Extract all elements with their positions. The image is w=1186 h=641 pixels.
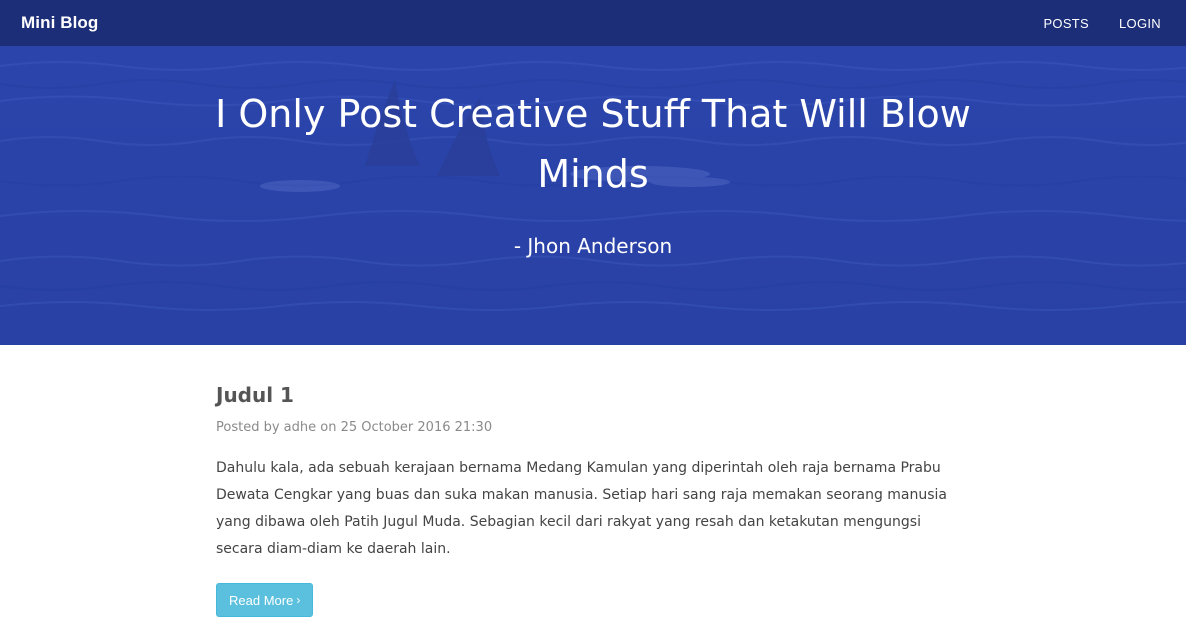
nav-links: POSTS LOGIN [1043,16,1161,31]
hero-quote-author: - Jhon Anderson [513,234,673,258]
post-title[interactable]: Judul 1 [216,380,956,410]
post-preview: Judul 1 Posted by adhe on 25 October 201… [216,380,956,617]
read-more-label: Read More [229,592,294,608]
post-meta: Posted by adhe on 25 October 2016 21:30 [216,420,493,435]
nav-link-login[interactable]: LOGIN [1119,16,1161,31]
hero-title: I Only Post Creative Stuff That Will Blo… [215,92,971,196]
read-more-button[interactable]: Read More › [216,583,314,617]
top-navbar: Mini Blog POSTS LOGIN [0,0,1186,46]
post-excerpt: Dahulu kala, ada sebuah kerajaan bernama… [216,460,948,557]
hero-banner: I Only Post Creative Stuff That Will Blo… [0,46,1186,345]
chevron-right-icon: › [296,593,301,607]
nav-link-posts[interactable]: POSTS [1043,16,1089,31]
brand-link[interactable]: Mini Blog [21,13,98,33]
